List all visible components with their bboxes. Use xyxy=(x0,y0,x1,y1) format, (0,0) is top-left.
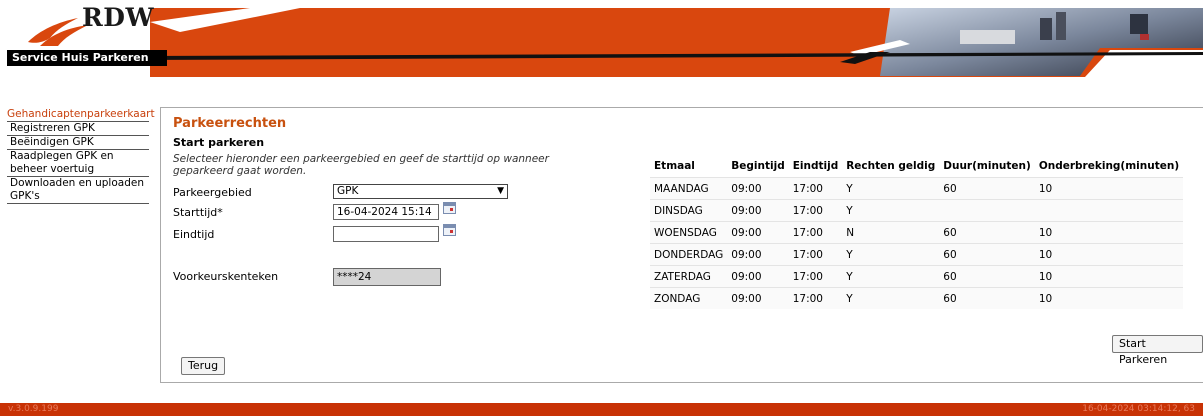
start-parkeren-button[interactable]: Start Parkeren xyxy=(1112,335,1203,366)
eindtijd-calendar-icon[interactable] xyxy=(443,224,456,236)
table-header-row: Etmaal Begintijd Eindtijd Rechten geldig… xyxy=(650,155,1184,178)
banner-graphic xyxy=(0,8,1203,77)
cell-eindtijd: 17:00 xyxy=(788,265,843,288)
cell-begintijd: 09:00 xyxy=(727,199,789,222)
menu-item-registreren-gpk[interactable]: Registreren GPK xyxy=(7,122,149,136)
page-title: Parkeerrechten xyxy=(173,116,287,131)
table-row: WOENSDAG 09:00 17:00 N 60 10 xyxy=(650,221,1184,244)
cell-rechten-geldig: Y xyxy=(842,199,940,222)
cell-onderbreking: 10 xyxy=(1034,221,1184,244)
schedule-table: Etmaal Begintijd Eindtijd Rechten geldig… xyxy=(650,155,1184,309)
cell-rechten-geldig: Y xyxy=(842,265,940,288)
eindtijd-label: Eindtijd xyxy=(173,228,215,241)
cell-etmaal: MAANDAG xyxy=(650,177,728,200)
col-header-eindtijd: Eindtijd xyxy=(788,155,843,178)
cell-etmaal: DINSDAG xyxy=(650,199,728,222)
menu-item-raadplegen-gpk[interactable]: Raadplegen GPK en beheer voertuig xyxy=(7,150,149,177)
col-header-etmaal: Etmaal xyxy=(650,155,728,178)
cell-etmaal: WOENSDAG xyxy=(650,221,728,244)
cell-duur: 60 xyxy=(939,177,1035,200)
eindtijd-input[interactable] xyxy=(333,226,439,242)
cell-eindtijd: 17:00 xyxy=(788,287,843,309)
cell-eindtijd: 17:00 xyxy=(788,221,843,244)
cell-rechten-geldig: N xyxy=(842,221,940,244)
cell-onderbreking: 10 xyxy=(1034,265,1184,288)
cell-duur xyxy=(939,199,1035,222)
menu-item-beeindigen-gpk[interactable]: Beëindigen GPK xyxy=(7,136,149,150)
starttijd-input[interactable] xyxy=(333,204,439,220)
col-header-rechten-geldig: Rechten geldig xyxy=(842,155,940,178)
header-banner: RDW Service Huis Parkeren xyxy=(0,0,1203,90)
table-row: MAANDAG 09:00 17:00 Y 60 10 xyxy=(650,177,1184,200)
cell-duur: 60 xyxy=(939,243,1035,266)
rdw-logo: RDW xyxy=(82,3,155,32)
terug-button[interactable]: Terug xyxy=(181,357,226,375)
starttijd-label: Starttijd* xyxy=(173,206,223,219)
cell-etmaal: ZATERDAG xyxy=(650,265,728,288)
starttijd-calendar-icon[interactable] xyxy=(443,202,456,214)
cell-duur: 60 xyxy=(939,287,1035,309)
cell-rechten-geldig: Y xyxy=(842,177,940,200)
cell-rechten-geldig: Y xyxy=(842,287,940,309)
voorkeurskenteken-label: Voorkeurskenteken xyxy=(173,270,279,283)
sidebar-menu: Gehandicaptenparkeerkaart Registreren GP… xyxy=(7,108,155,204)
cell-etmaal: ZONDAG xyxy=(650,287,728,309)
table-row: ZONDAG 09:00 17:00 Y 60 10 xyxy=(650,287,1184,309)
cell-eindtijd: 17:00 xyxy=(788,243,843,266)
menu-header[interactable]: Gehandicaptenparkeerkaart xyxy=(7,108,155,122)
footer-bar: v.3.0.9.199 16-04-2024 03:14:12, 63 xyxy=(0,403,1203,416)
table-row: DONDERDAG 09:00 17:00 Y 60 10 xyxy=(650,243,1184,266)
col-header-duur: Duur(minuten) xyxy=(939,155,1035,178)
col-header-onderbreking: Onderbreking(minuten) xyxy=(1034,155,1184,178)
cell-duur: 60 xyxy=(939,265,1035,288)
instruction-text: Selecteer hieronder een parkeergebied en… xyxy=(173,153,549,177)
version-text: v.3.0.9.199 xyxy=(8,404,59,414)
cell-begintijd: 09:00 xyxy=(727,177,789,200)
chevron-down-icon: ▼ xyxy=(497,186,504,196)
cell-onderbreking xyxy=(1034,199,1184,222)
col-header-begintijd: Begintijd xyxy=(727,155,789,178)
cell-eindtijd: 17:00 xyxy=(788,177,843,200)
service-title-tab: Service Huis Parkeren xyxy=(7,50,167,66)
table-row: DINSDAG 09:00 17:00 Y xyxy=(650,199,1184,222)
cell-onderbreking: 10 xyxy=(1034,243,1184,266)
cell-begintijd: 09:00 xyxy=(727,265,789,288)
menu-item-downloaden-uploaden[interactable]: Downloaden en uploaden GPK's xyxy=(7,177,149,204)
cell-onderbreking: 10 xyxy=(1034,177,1184,200)
voorkeurskenteken-field xyxy=(333,268,441,286)
parkeergebied-value: GPK xyxy=(337,185,359,197)
cell-duur: 60 xyxy=(939,221,1035,244)
cell-rechten-geldig: Y xyxy=(842,243,940,266)
footer-timestamp: 16-04-2024 03:14:12, 63 xyxy=(1082,404,1195,414)
table-row: ZATERDAG 09:00 17:00 Y 60 10 xyxy=(650,265,1184,288)
cell-begintijd: 09:00 xyxy=(727,287,789,309)
parkeergebied-label: Parkeergebied xyxy=(173,186,252,199)
parkeerrechten-panel: Parkeerrechten Start parkeren Selecteer … xyxy=(160,107,1203,383)
cell-begintijd: 09:00 xyxy=(727,221,789,244)
section-subtitle: Start parkeren xyxy=(173,136,265,149)
cell-eindtijd: 17:00 xyxy=(788,199,843,222)
cell-onderbreking: 10 xyxy=(1034,287,1184,309)
parkeergebied-select[interactable]: GPK ▼ xyxy=(333,184,508,199)
cell-etmaal: DONDERDAG xyxy=(650,243,728,266)
cell-begintijd: 09:00 xyxy=(727,243,789,266)
